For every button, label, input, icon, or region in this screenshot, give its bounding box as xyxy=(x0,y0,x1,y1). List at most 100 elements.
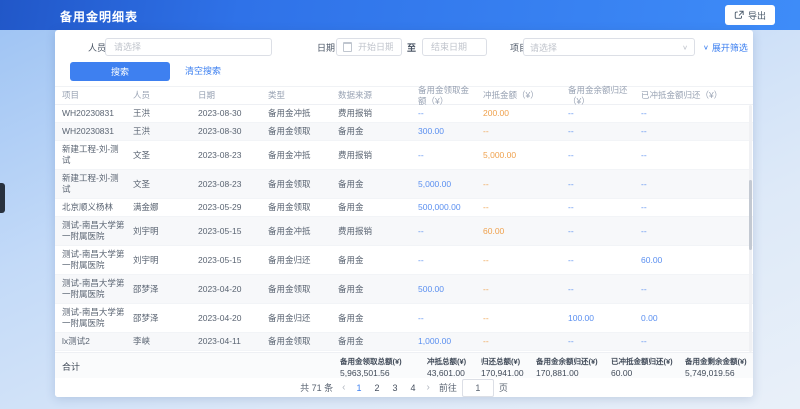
table-cell-type: 备用金领取 xyxy=(268,281,338,298)
table-cell-source: 备用金 xyxy=(338,176,418,193)
table-row: 北京顺义杨林满金娜2023-05-29备用金领取备用金500,000.00---… xyxy=(55,199,753,217)
table-row: lx测试2李峡2023-04-11备用金领取备用金1,000.00------ xyxy=(55,333,753,351)
table-cell-balance_return: -- xyxy=(568,176,641,193)
table-cell-project: 测试-南昌大学第一附属医院 xyxy=(55,304,133,332)
table-cell-offset_return: 60.00 xyxy=(641,252,737,269)
pagination-bar: 共 71 条 ‹ 1234 › 前往 页 xyxy=(55,378,753,397)
table-cell-amount: 300.00 xyxy=(418,123,483,140)
table-cell-offset_return: -- xyxy=(641,123,737,140)
table-cell-offset_return: -- xyxy=(641,281,737,298)
table-cell-amount: -- xyxy=(418,105,483,122)
table-cell-offset: -- xyxy=(483,333,568,350)
table-body: WH20230831王洪2023-08-30备用金冲抵费用报销--200.00-… xyxy=(55,105,753,352)
column-header: 项目 xyxy=(55,87,133,104)
table-cell-project: lx测试2 xyxy=(55,333,133,350)
project-select-placeholder: 请选择 xyxy=(530,41,557,54)
table-row: 测试-南昌大学第一附属医院邵梦泽2023-04-20备用金归还备用金----10… xyxy=(55,304,753,333)
table-cell-source: 备用金 xyxy=(338,252,418,269)
table-cell-source: 备用金 xyxy=(338,310,418,327)
table-cell-amount: 500,000.00 xyxy=(418,199,483,216)
export-button[interactable]: 导出 xyxy=(725,5,775,25)
table-row: WH20230831王洪2023-08-30备用金冲抵费用报销--200.00-… xyxy=(55,105,753,123)
date-start-input[interactable] xyxy=(356,41,395,53)
table-cell-person: 邵梦泽 xyxy=(133,281,198,298)
table-cell-source: 备用金 xyxy=(338,199,418,216)
table-cell-offset_return: -- xyxy=(641,223,737,240)
summary-item: 备用金余额归还(¥)170,881.00 xyxy=(536,356,598,378)
table-cell-offset_return: 0.00 xyxy=(641,310,737,327)
table-cell-offset: 200.00 xyxy=(483,105,568,122)
table-cell-offset_return: -- xyxy=(641,199,737,216)
summary-item-value: 170,941.00 xyxy=(481,368,524,378)
pagination-page-3[interactable]: 3 xyxy=(390,383,399,393)
summary-item: 归还总额(¥)170,941.00 xyxy=(481,356,524,378)
person-input[interactable] xyxy=(112,41,265,53)
table-cell-type: 备用金归还 xyxy=(268,252,338,269)
pagination-page-2[interactable]: 2 xyxy=(372,383,381,393)
table-cell-offset: -- xyxy=(483,176,568,193)
table-cell-date: 2023-05-15 xyxy=(198,252,268,269)
pagination-page-1[interactable]: 1 xyxy=(354,383,363,393)
pagination-prev-icon[interactable]: ‹ xyxy=(342,382,345,393)
table-cell-source: 费用报销 xyxy=(338,147,418,164)
table-row: 新建工程-刘-测试文圣2023-08-23备用金领取备用金5,000.00---… xyxy=(55,170,753,199)
table-cell-person: 王洪 xyxy=(133,123,198,140)
table-cell-amount: 5,000.00 xyxy=(418,176,483,193)
table-cell-type: 备用金领取 xyxy=(268,176,338,193)
pagination-total: 共 71 条 xyxy=(300,381,333,394)
project-select[interactable]: 请选择 ∨ xyxy=(523,38,695,56)
page-title: 备用金明细表 xyxy=(60,8,138,25)
summary-item-name: 归还总额(¥) xyxy=(481,356,524,367)
table-cell-project: 新建工程-刘-测试 xyxy=(55,170,133,198)
table-cell-balance_return: -- xyxy=(568,147,641,164)
table-cell-type: 备用金领取 xyxy=(268,333,338,350)
date-to-label: 至 xyxy=(407,38,416,58)
table-cell-offset_return: -- xyxy=(641,176,737,193)
table-cell-balance_return: -- xyxy=(568,105,641,122)
table-cell-project: 测试-南昌大学第一附属医院 xyxy=(55,217,133,245)
summary-item-value: 170,881.00 xyxy=(536,368,598,378)
table-cell-type: 备用金冲抵 xyxy=(268,147,338,164)
table-cell-type: 备用金归还 xyxy=(268,310,338,327)
table-cell-balance_return: -- xyxy=(568,252,641,269)
table-scrollbar-thumb[interactable] xyxy=(749,180,752,250)
summary-item: 冲抵总额(¥)43,601.00 xyxy=(427,356,466,378)
table-cell-date: 2023-05-29 xyxy=(198,199,268,216)
table-row: 测试-南昌大学第一附属医院刘宇明2023-05-15备用金冲抵费用报销--60.… xyxy=(55,217,753,246)
date-start-box xyxy=(336,38,402,56)
column-header: 数据来源 xyxy=(338,87,418,104)
column-header: 人员 xyxy=(133,87,198,104)
table-cell-offset: 5,000.00 xyxy=(483,147,568,164)
expand-filters-link[interactable]: ∨ 展开筛选 xyxy=(703,38,748,58)
pagination-page-4[interactable]: 4 xyxy=(409,383,418,393)
pagination-goto: 前往 页 xyxy=(439,379,508,397)
table-cell-project: 新建工程-刘-测试 xyxy=(55,141,133,169)
table-cell-project: 测试-南昌大学第一附属医院 xyxy=(55,275,133,303)
summary-item-value: 5,749,019.56 xyxy=(685,368,747,378)
summary-item-name: 备用金余额归还(¥) xyxy=(536,356,598,367)
clear-search-link[interactable]: 清空搜索 xyxy=(185,62,221,81)
table-cell-balance_return: -- xyxy=(568,223,641,240)
table-cell-offset: -- xyxy=(483,252,568,269)
search-button[interactable]: 搜索 xyxy=(70,62,170,81)
pagination-next-icon[interactable]: › xyxy=(427,382,430,393)
summary-item-name: 冲抵总额(¥) xyxy=(427,356,466,367)
table-row: 测试-南昌大学第一附属医院邵梦泽2023-04-20备用金领取备用金500.00… xyxy=(55,275,753,304)
table-cell-type: 备用金冲抵 xyxy=(268,223,338,240)
table-cell-balance_return: 100.00 xyxy=(568,310,641,327)
table-cell-date: 2023-08-23 xyxy=(198,147,268,164)
collapsed-panel-handle[interactable] xyxy=(0,183,5,213)
table-cell-project: 北京顺义杨林 xyxy=(55,199,133,216)
summary-item-name: 备用金剩余金额(¥) xyxy=(685,356,747,367)
table-cell-offset_return: -- xyxy=(641,333,737,350)
table-cell-balance_return: -- xyxy=(568,333,641,350)
table-cell-amount: -- xyxy=(418,310,483,327)
table-row: 测试-南昌大学第一附属医院刘宇明2023-05-15备用金归还备用金------… xyxy=(55,246,753,275)
goto-page-input[interactable] xyxy=(462,379,494,397)
table-cell-date: 2023-08-23 xyxy=(198,176,268,193)
date-end-input[interactable] xyxy=(429,41,480,53)
table-cell-source: 费用报销 xyxy=(338,105,418,122)
summary-total-label: 合计 xyxy=(62,360,80,373)
table-cell-project: 测试-南昌大学第一附属医院 xyxy=(55,246,133,274)
summary-item: 备用金领取总额(¥)5,963,501.56 xyxy=(340,356,402,378)
